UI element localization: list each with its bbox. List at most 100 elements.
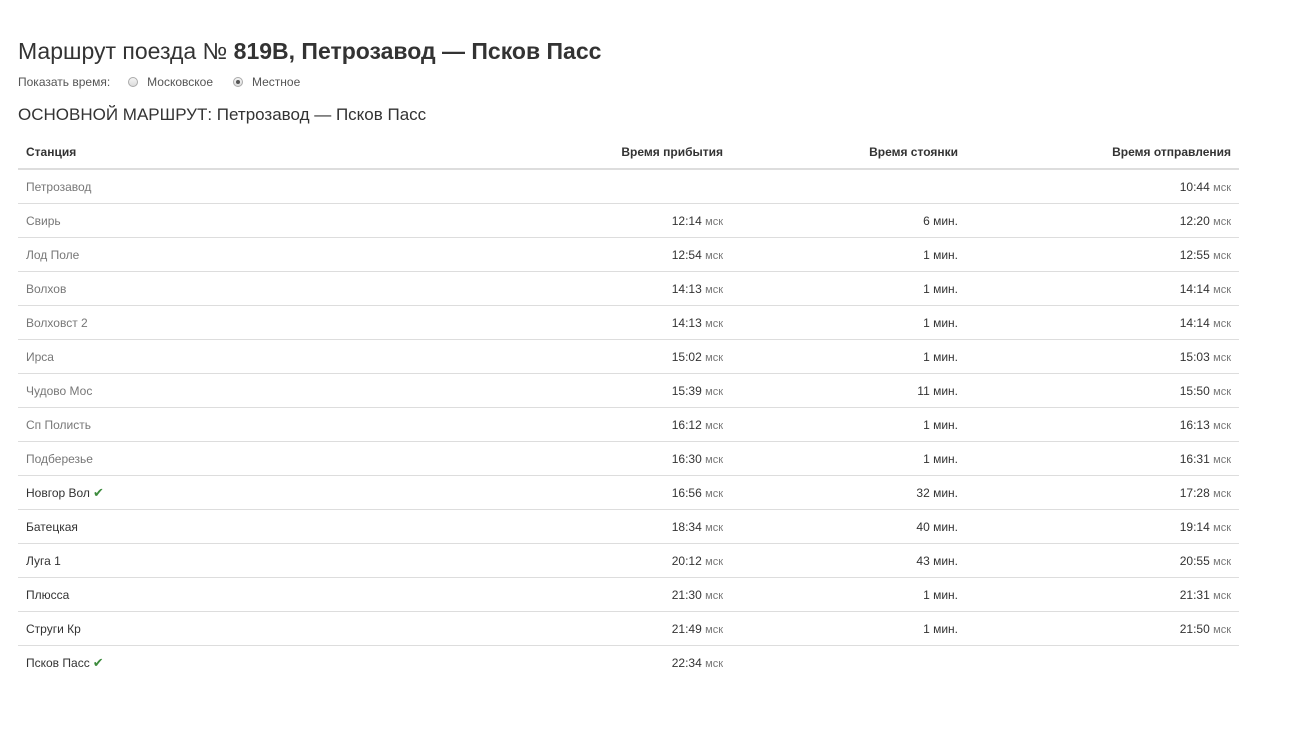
departure-cell: 12:55 мск — [966, 237, 1239, 272]
checkmark-icon: ✔ — [92, 484, 104, 500]
table-header-row: Станция Время прибытия Время стоянки Вре… — [18, 135, 1239, 170]
table-row: Псков Пасс ✔ 22:34 мск — [18, 646, 1239, 680]
page-title: Маршрут поезда № 819В, Петрозавод — Пско… — [18, 36, 601, 66]
time-zone-unit: мск — [1213, 487, 1231, 500]
departure-cell: 21:31 мск — [966, 577, 1239, 612]
arrival-time: 12:14 — [671, 213, 702, 228]
page-title-prefix: Маршрут поезда № — [18, 38, 234, 64]
station-name: Луга 1 — [26, 553, 61, 568]
departure-cell: 15:50 мск — [966, 373, 1239, 408]
stop-duration-cell: 6 мин. — [731, 203, 966, 238]
arrival-cell: 15:39 мск — [417, 373, 731, 408]
arrival-time: 22:34 — [671, 655, 702, 670]
stop-duration-cell: 1 мин. — [731, 237, 966, 272]
time-mode-moscow-radio[interactable] — [128, 77, 139, 87]
table-row: Ирса 15:02 мск 1 мин. 15:03 мск — [18, 339, 1239, 374]
stop-duration-cell: 32 мин. — [731, 475, 966, 510]
time-zone-unit: мск — [1213, 521, 1231, 534]
time-mode-label: Показать время: — [18, 75, 111, 89]
arrival-cell: 12:54 мск — [417, 237, 731, 272]
stop-duration-cell: 1 мин. — [731, 339, 966, 374]
time-zone-unit: мск — [705, 487, 723, 500]
header-station: Станция — [18, 135, 417, 170]
stop-duration-cell: 1 мин. — [731, 407, 966, 442]
table-row: Плюсса 21:30 мск 1 мин. 21:31 мск — [18, 577, 1239, 612]
departure-time: 17:28 — [1179, 485, 1210, 500]
stop-duration-cell: 43 мин. — [731, 543, 966, 578]
arrival-time: 16:12 — [671, 417, 702, 432]
arrival-time: 20:12 — [671, 553, 702, 568]
station-name: Свирь — [26, 213, 61, 228]
time-mode-local-label[interactable]: Местное — [252, 75, 300, 89]
departure-cell: 17:28 мск — [966, 475, 1239, 510]
departure-cell: 14:14 мск — [966, 271, 1239, 306]
table-row: Сп Полисть 16:12 мск 1 мин. 16:13 мск — [18, 407, 1239, 442]
time-zone-unit: мск — [705, 385, 723, 398]
station-name: Петрозавод — [26, 179, 92, 194]
station-cell: Волхов — [18, 271, 417, 306]
time-zone-unit: мск — [1213, 317, 1231, 330]
arrival-cell: 15:02 мск — [417, 339, 731, 374]
table-row: Подберезье 16:30 мск 1 мин. 16:31 мск — [18, 441, 1239, 476]
station-name: Лод Поле — [26, 247, 80, 262]
arrival-time: 16:56 — [671, 485, 702, 500]
time-zone-unit: мск — [1213, 589, 1231, 602]
station-name: Новгор Вол — [26, 485, 90, 500]
stop-duration-cell: 1 мин. — [731, 611, 966, 646]
departure-cell: 14:14 мск — [966, 305, 1239, 340]
arrival-time: 14:13 — [671, 315, 702, 330]
arrival-cell: 16:12 мск — [417, 407, 731, 442]
table-row: Новгор Вол ✔ 16:56 мск 32 мин. 17:28 мск — [18, 475, 1239, 510]
time-zone-unit: мск — [1213, 453, 1231, 466]
station-cell: Петрозавод — [18, 169, 417, 204]
time-zone-unit: мск — [705, 623, 723, 636]
arrival-time: 15:39 — [671, 383, 702, 398]
departure-time: 19:14 — [1179, 519, 1210, 534]
table-row: Волхов 14:13 мск 1 мин. 14:14 мск — [18, 271, 1239, 306]
station-name: Сп Полисть — [26, 417, 91, 432]
departure-time: 16:13 — [1179, 417, 1210, 432]
arrival-cell: 12:14 мск — [417, 203, 731, 238]
station-cell: Новгор Вол ✔ — [18, 475, 417, 510]
departure-time: 15:50 — [1179, 383, 1210, 398]
time-zone-unit: мск — [1213, 283, 1231, 296]
stop-duration-cell — [731, 646, 966, 680]
station-cell: Струги Кр — [18, 611, 417, 646]
time-zone-unit: мск — [705, 657, 723, 670]
departure-cell — [966, 646, 1239, 680]
departure-time: 10:44 — [1179, 179, 1210, 194]
page-title-train: 819В, Петрозавод — Псков Пасс — [233, 38, 602, 64]
time-zone-unit: мск — [705, 419, 723, 432]
time-zone-unit: мск — [1213, 249, 1231, 262]
time-mode-moscow-option[interactable]: Московское — [128, 75, 213, 89]
station-name: Чудово Мос — [26, 383, 93, 398]
station-name: Псков Пасс — [26, 655, 90, 670]
station-name: Волховст 2 — [26, 315, 88, 330]
table-row: Струги Кр 21:49 мск 1 мин. 21:50 мск — [18, 611, 1239, 646]
table-row: Свирь 12:14 мск 6 мин. 12:20 мск — [18, 203, 1239, 238]
departure-time: 14:14 — [1179, 315, 1210, 330]
time-mode-local-option[interactable]: Местное — [233, 75, 300, 89]
time-zone-unit: мск — [705, 521, 723, 534]
departure-cell: 12:20 мск — [966, 203, 1239, 238]
time-zone-unit: мск — [705, 283, 723, 296]
time-zone-unit: мск — [705, 351, 723, 364]
arrival-time: 18:34 — [671, 519, 702, 534]
arrival-cell: 16:56 мск — [417, 475, 731, 510]
station-name: Подберезье — [26, 451, 93, 466]
station-name: Батецкая — [26, 519, 78, 534]
station-cell: Свирь — [18, 203, 417, 238]
departure-cell: 19:14 мск — [966, 509, 1239, 544]
stop-duration-cell: 40 мин. — [731, 509, 966, 544]
station-cell: Луга 1 — [18, 543, 417, 578]
time-mode-local-radio[interactable] — [233, 77, 243, 87]
route-table: Станция Время прибытия Время стоянки Вре… — [18, 135, 1239, 679]
time-zone-unit: мск — [1213, 181, 1231, 194]
time-zone-unit: мск — [1213, 419, 1231, 432]
time-zone-unit: мск — [705, 589, 723, 602]
header-departure: Время отправления — [966, 135, 1239, 170]
departure-time: 12:20 — [1179, 213, 1210, 228]
time-mode-moscow-label[interactable]: Московское — [147, 75, 213, 89]
time-zone-unit: мск — [705, 249, 723, 262]
arrival-time: 16:30 — [671, 451, 702, 466]
